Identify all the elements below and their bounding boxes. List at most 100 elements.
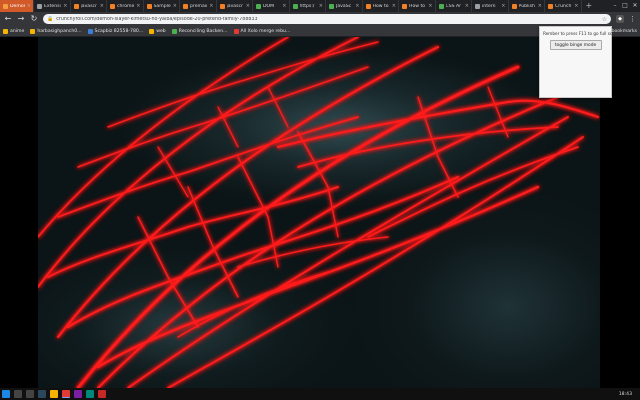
star-icon[interactable]: ☆ (602, 16, 607, 23)
close-tab-icon[interactable]: × (209, 3, 213, 9)
close-tab-icon[interactable]: × (319, 3, 323, 9)
close-tab-icon[interactable]: × (355, 3, 359, 9)
close-tab-icon[interactable]: × (501, 3, 505, 9)
tab-favicon-icon (329, 3, 334, 9)
close-tab-icon[interactable]: × (538, 3, 542, 9)
tab-favicon-icon (402, 3, 407, 9)
back-icon[interactable]: ← (4, 12, 12, 26)
tab-favicon-icon (256, 3, 261, 9)
browser-tab[interactable]: Demon× (0, 0, 34, 12)
close-tab-icon[interactable]: × (428, 3, 432, 9)
close-tab-icon[interactable]: × (282, 3, 286, 9)
tab-title: Sample (153, 3, 171, 9)
maximize-icon[interactable]: □ (620, 0, 630, 12)
explorer-icon[interactable] (50, 390, 58, 398)
browser-tab[interactable]: Crunch × (545, 0, 582, 12)
tab-strip: Demon×Extensi×javascr×chrome×Sample×prem… (0, 0, 640, 12)
new-tab-button[interactable]: + (582, 0, 597, 12)
steam-icon[interactable] (38, 390, 46, 398)
browser-tab[interactable]: How to × (363, 0, 399, 12)
close-tab-icon[interactable]: × (246, 3, 250, 9)
bookmark-label: harbasighpanch0... (37, 28, 82, 34)
app-icon[interactable] (74, 390, 82, 398)
bookmark-label: Reconciling Backen... (178, 28, 228, 34)
bookmark-item[interactable]: Reconciling Backen... (171, 28, 228, 34)
tab-title: Extensi (44, 3, 61, 9)
browser-tab[interactable]: Sample × (144, 0, 180, 12)
address-bar[interactable]: 🔒 crunchyroll.com/demon-slayer-kimetsu-n… (43, 14, 611, 24)
tab-title: How to (372, 3, 389, 9)
tab-favicon-icon (73, 3, 79, 9)
bookmark-favicon-icon (233, 28, 239, 34)
tab-title: How to (409, 3, 426, 9)
close-tab-icon[interactable]: × (27, 3, 31, 9)
url-text[interactable]: crunchyroll.com/demon-slayer-kimetsu-no-… (56, 17, 598, 22)
browser-tab[interactable]: CSS Ar × (436, 0, 472, 12)
bookmark-item[interactable]: harbasighpanch0... (30, 28, 82, 34)
video-player[interactable] (38, 37, 600, 388)
toggle-binge-mode-button[interactable]: toggle binge mode (549, 40, 602, 50)
browser-tab[interactable]: DOM × (253, 0, 290, 12)
bookmark-item[interactable]: All Xolo merge rebu... (233, 28, 291, 34)
tab-title: Demon (10, 3, 25, 9)
browser-tab[interactable]: javascr × (71, 0, 107, 12)
browser-tab[interactable]: javascr × (217, 0, 253, 12)
bookmark-label: web (156, 28, 166, 34)
browser-toolbar: ← → ↻ 🔒 crunchyroll.com/demon-slayer-kim… (0, 12, 640, 26)
chrome-icon[interactable] (62, 390, 70, 398)
spider-web-illustration (38, 37, 600, 388)
menu-icon[interactable]: ⋮ (629, 15, 636, 23)
bookmark-label: All Xolo merge rebu... (240, 28, 291, 34)
close-tab-icon[interactable]: × (173, 3, 177, 9)
tab-title: javascr (80, 3, 97, 9)
browser-tab[interactable]: JavaSc × (326, 0, 363, 12)
browser-tab[interactable]: Extensi × (34, 0, 71, 12)
browser-tab[interactable]: premain × (180, 0, 217, 12)
tab-title: premain (190, 3, 208, 9)
tab-title: JavaSc (336, 3, 352, 9)
browser-tab[interactable]: Publish × (509, 0, 545, 12)
close-tab-icon[interactable]: × (63, 3, 67, 9)
close-tab-icon[interactable]: × (136, 3, 140, 9)
close-tab-icon[interactable]: × (100, 3, 104, 9)
tab-title: javascr (226, 3, 243, 9)
minimize-icon[interactable]: – (610, 0, 620, 12)
bookmark-favicon-icon (30, 28, 36, 34)
close-window-icon[interactable]: ✕ (630, 0, 640, 12)
task-view-icon[interactable] (26, 390, 34, 398)
start-icon[interactable] (2, 390, 10, 398)
browser-tab[interactable]: How to × (399, 0, 436, 12)
bookmark-item[interactable]: Scapbiz 82558-780... (87, 28, 144, 34)
tab-title: DOM (263, 3, 275, 9)
forward-icon[interactable]: → (17, 12, 25, 26)
browser-tab[interactable]: chrome × (107, 0, 144, 12)
fullscreen-hint: Rember to press F11 to go full screen! (543, 31, 624, 36)
tab-title: intern (482, 3, 496, 9)
bookmark-item[interactable]: anime (3, 28, 25, 34)
tab-title: chrome (117, 3, 135, 9)
bookmark-favicon-icon (3, 28, 8, 34)
browser-tab[interactable]: intern × (472, 0, 509, 12)
tab-title: CSS Ar (445, 3, 462, 9)
bookmark-favicon-icon (149, 28, 155, 34)
bookmark-label: anime (10, 28, 25, 34)
close-tab-icon[interactable]: × (465, 3, 469, 9)
extension-popup: Rember to press F11 to go full screen! t… (539, 26, 624, 98)
tab-favicon-icon (146, 3, 152, 9)
tab-favicon-icon (438, 3, 444, 9)
app2-icon[interactable] (86, 390, 94, 398)
tab-favicon-icon (548, 3, 553, 9)
window-controls: – □ ✕ (610, 0, 640, 12)
tab-favicon-icon (511, 3, 517, 9)
browser-tab[interactable]: https:/ × (290, 0, 326, 12)
bookmark-item[interactable]: web (149, 28, 166, 34)
close-tab-icon[interactable]: × (392, 3, 396, 9)
search-icon[interactable] (14, 390, 22, 398)
tab-favicon-icon (37, 3, 42, 9)
close-tab-icon[interactable]: × (574, 3, 578, 9)
extension-icon[interactable]: ◆ (616, 15, 624, 23)
app3-icon[interactable] (98, 390, 106, 398)
reload-icon[interactable]: ↻ (30, 12, 38, 26)
bookmark-favicon-icon (87, 28, 93, 34)
bookmark-label: Scapbiz 82558-780... (94, 28, 144, 34)
